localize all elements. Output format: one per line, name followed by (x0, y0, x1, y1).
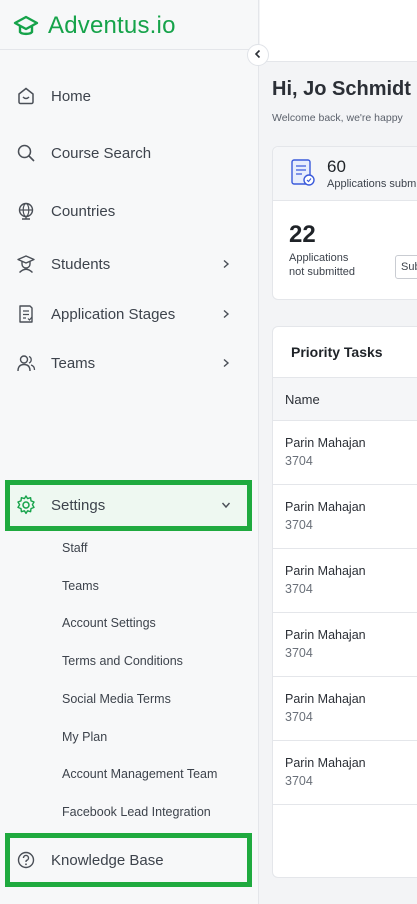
task-id: 3704 (285, 646, 313, 660)
settings-sub-facebook-lead[interactable]: Facebook Lead Integration (62, 805, 211, 819)
task-id: 3704 (285, 582, 313, 596)
chevron-right-icon (219, 257, 233, 271)
sidebar-item-countries[interactable]: Countries (0, 191, 259, 231)
table-row[interactable]: Parin Mahajan 3704 (273, 613, 417, 677)
table-row[interactable]: Parin Mahajan 3704 (273, 485, 417, 549)
collapse-sidebar-button[interactable] (247, 44, 269, 66)
document-icon (15, 303, 37, 325)
sidebar-item-students[interactable]: Students (0, 244, 259, 284)
help-icon (15, 849, 37, 871)
task-name: Parin Mahajan (285, 756, 366, 770)
sidebar-item-teams[interactable]: Teams (0, 343, 259, 383)
graduate-icon (15, 253, 37, 275)
submitted-label: Applications subm (327, 178, 417, 190)
chevron-left-icon (253, 46, 263, 64)
table-header: Name (273, 377, 417, 421)
sidebar-item-label: Knowledge Base (51, 851, 164, 869)
search-icon (15, 142, 37, 164)
applications-stats-card: 60 Applications subm 22 Applications not… (272, 146, 417, 300)
sidebar-item-label: Course Search (51, 144, 152, 162)
chevron-right-icon (219, 356, 233, 370)
settings-sub-social-media-terms[interactable]: Social Media Terms (62, 692, 171, 706)
sidebar-item-label: Teams (51, 354, 96, 372)
sidebar-item-course-search[interactable]: Course Search (0, 133, 259, 173)
task-id: 3704 (285, 454, 313, 468)
settings-sub-account-management-team[interactable]: Account Management Team (62, 767, 217, 781)
settings-sub-terms[interactable]: Terms and Conditions (62, 654, 183, 668)
document-stamp-icon (289, 157, 317, 189)
task-name: Parin Mahajan (285, 564, 366, 578)
not-submitted-label: Applications not submitted (289, 252, 356, 278)
task-name: Parin Mahajan (285, 692, 366, 706)
brand-name: Adventus.io (48, 12, 176, 39)
column-header-name[interactable]: Name (285, 392, 320, 407)
task-name: Parin Mahajan (285, 500, 366, 514)
settings-sub-account-settings[interactable]: Account Settings (62, 616, 156, 630)
gear-icon (15, 494, 37, 516)
task-id: 3704 (285, 518, 313, 532)
priority-tasks-title: Priority Tasks (291, 344, 383, 360)
sidebar-item-label: Home (51, 87, 92, 105)
settings-sub-staff[interactable]: Staff (62, 541, 87, 555)
chevron-right-icon (219, 307, 233, 321)
task-name: Parin Mahajan (285, 628, 366, 642)
submit-button[interactable]: Sub (395, 255, 417, 279)
sidebar-item-knowledge-base[interactable]: Knowledge Base (0, 840, 259, 880)
divider (0, 49, 259, 50)
main-content: Hi, Jo Schmidt Welcome back, we're happy… (260, 0, 417, 904)
settings-sub-my-plan[interactable]: My Plan (62, 730, 107, 744)
sidebar-item-settings[interactable]: Settings (0, 485, 259, 525)
page-title: Hi, Jo Schmidt (272, 78, 411, 100)
globe-icon (15, 200, 37, 222)
task-id: 3704 (285, 774, 313, 788)
graduation-cap-icon (12, 12, 40, 40)
sidebar-item-home[interactable]: Home (0, 76, 259, 116)
brand[interactable]: Adventus.io (12, 8, 176, 44)
task-name: Parin Mahajan (285, 436, 366, 450)
submitted-count: 60 (327, 157, 346, 176)
sidebar-item-label: Settings (51, 496, 106, 514)
priority-tasks-card: Priority Tasks Name Parin Mahajan 3704 P… (272, 326, 417, 878)
table-row[interactable]: Parin Mahajan 3704 (273, 677, 417, 741)
welcome-text: Welcome back, we're happy (272, 112, 403, 124)
sidebar-item-label: Countries (51, 202, 116, 220)
top-bar (260, 0, 417, 62)
sidebar-item-label: Students (51, 255, 111, 273)
table-row[interactable]: Parin Mahajan 3704 (273, 741, 417, 805)
submitted-stat: 60 Applications subm (273, 147, 417, 201)
not-submitted-count: 22 (289, 221, 316, 248)
sidebar-item-label: Application Stages (51, 305, 176, 323)
sidebar-item-application-stages[interactable]: Application Stages (0, 294, 259, 334)
settings-sub-teams[interactable]: Teams (62, 579, 99, 593)
table-row[interactable]: Parin Mahajan 3704 (273, 421, 417, 485)
chevron-down-icon (219, 498, 233, 512)
users-icon (15, 352, 37, 374)
sidebar: Adventus.io Home Course Search Countries… (0, 0, 259, 904)
home-icon (15, 85, 37, 107)
task-id: 3704 (285, 710, 313, 724)
table-row[interactable]: Parin Mahajan 3704 (273, 549, 417, 613)
